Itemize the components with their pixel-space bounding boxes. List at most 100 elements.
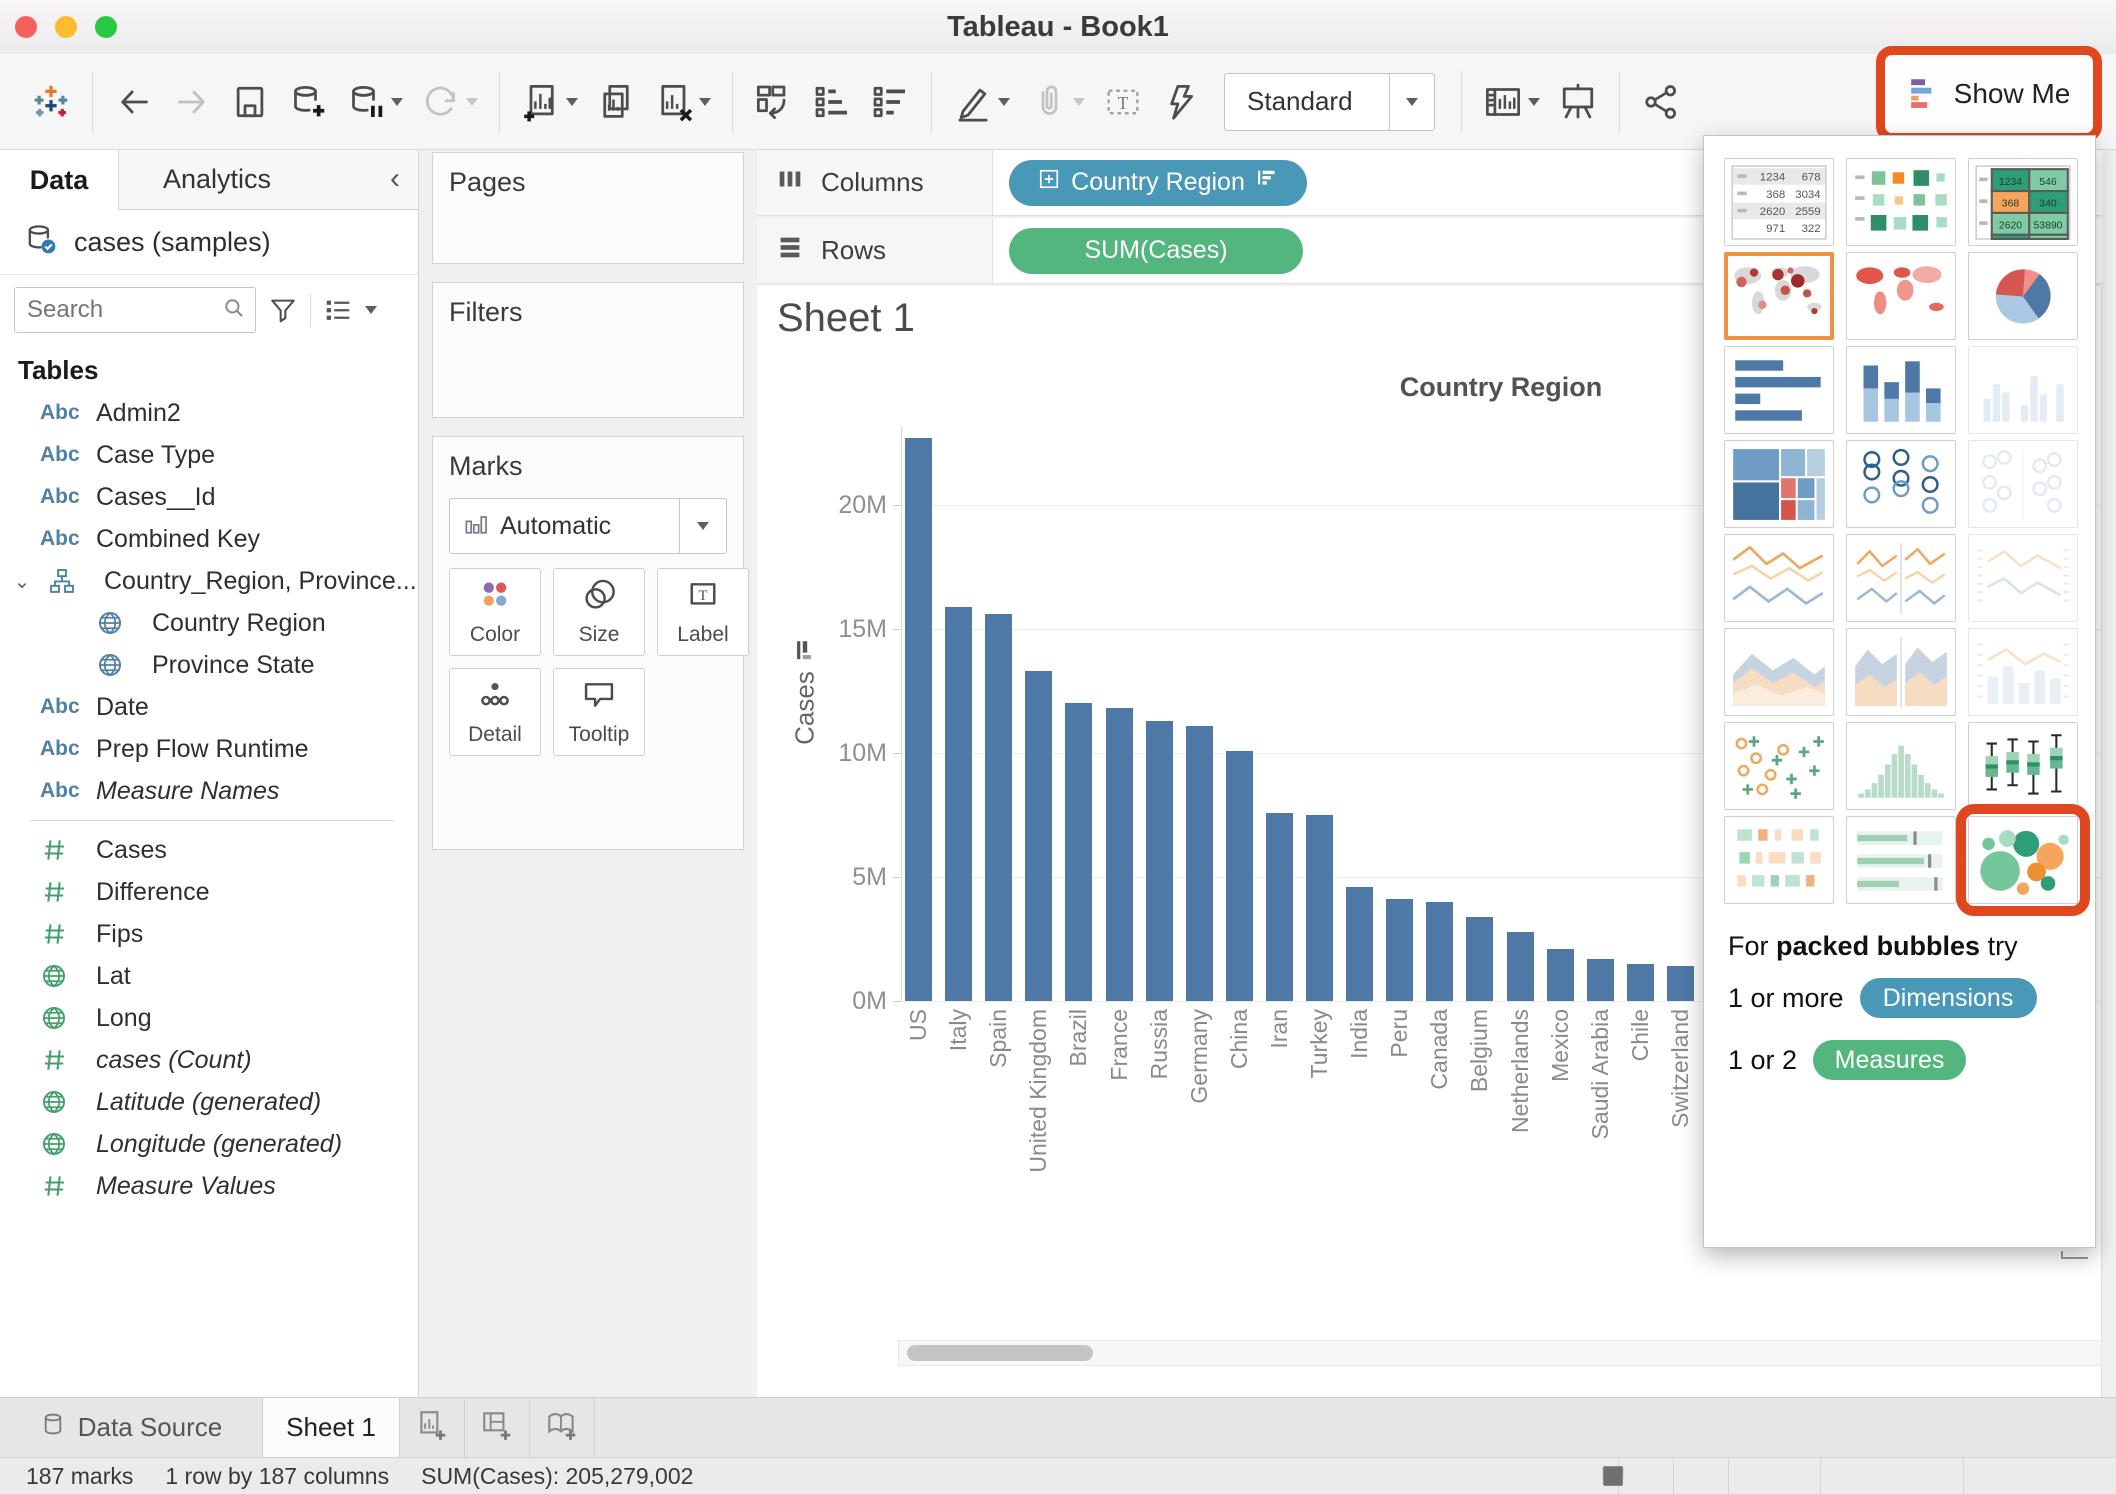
bar-netherlands[interactable]: [1507, 932, 1534, 1001]
new-data-source-button[interactable]: [279, 76, 337, 128]
showme-thumb-area-continuous[interactable]: [1724, 628, 1834, 716]
showme-thumb-area-discrete[interactable]: [1846, 628, 1956, 716]
fit-caret-icon[interactable]: [1389, 74, 1434, 130]
pause-auto-updates-button[interactable]: [337, 76, 412, 128]
show-hide-cards-button[interactable]: [1474, 76, 1549, 128]
bar-saudi-arabia[interactable]: [1587, 959, 1614, 1001]
bar-france[interactable]: [1106, 708, 1133, 1001]
presentation-mode-button[interactable]: [1549, 76, 1607, 128]
size-button[interactable]: Size: [553, 568, 645, 656]
bar-turkey[interactable]: [1306, 815, 1333, 1001]
bar-russia[interactable]: [1146, 721, 1173, 1001]
view-options-caret-icon[interactable]: [365, 306, 377, 314]
search-input[interactable]: [15, 296, 221, 324]
datasource-item[interactable]: cases (samples): [0, 210, 418, 275]
pages-card[interactable]: Pages: [432, 152, 744, 264]
undo-button[interactable]: [105, 76, 163, 128]
showme-thumb-stacked-bars[interactable]: [1846, 346, 1956, 434]
bar-italy[interactable]: [945, 607, 972, 1001]
swap-rows-columns-button[interactable]: [745, 76, 803, 128]
group-members-button[interactable]: [1019, 76, 1094, 128]
showme-thumb-side-by-side-bars[interactable]: [1968, 346, 2078, 434]
new-story-tab-button[interactable]: [530, 1398, 595, 1457]
showme-thumb-gantt[interactable]: [1724, 816, 1834, 904]
field-case-type[interactable]: AbcCase Type: [0, 434, 418, 476]
tab-analytics[interactable]: Analytics ‹: [119, 150, 418, 210]
save-button[interactable]: [221, 76, 279, 128]
bar-belgium[interactable]: [1466, 917, 1493, 1001]
bar-germany[interactable]: [1186, 726, 1213, 1001]
rows-pill-sum-cases[interactable]: SUM(Cases): [1009, 228, 1303, 274]
showme-thumb-dual-lines[interactable]: [1968, 534, 2078, 622]
bar-us[interactable]: [905, 438, 932, 1001]
tab-data[interactable]: Data: [0, 150, 119, 210]
showme-thumb-heat-map[interactable]: [1846, 158, 1956, 246]
highlighter-button[interactable]: [944, 76, 1019, 128]
showme-thumb-side-by-side-circles[interactable]: [1968, 440, 2078, 528]
redo-button[interactable]: [163, 76, 221, 128]
field-country-region[interactable]: Country Region: [0, 602, 418, 644]
field-cases[interactable]: Cases: [0, 829, 418, 871]
showme-thumb-lines-discrete[interactable]: [1846, 534, 1956, 622]
bar-united-kingdom[interactable]: [1025, 671, 1052, 1001]
tooltip-button[interactable]: Tooltip: [553, 668, 645, 756]
color-button[interactable]: Color: [449, 568, 541, 656]
refresh-data-button[interactable]: [412, 76, 487, 128]
field-admin2[interactable]: AbcAdmin2: [0, 392, 418, 434]
showme-thumb-horizontal-bars[interactable]: [1724, 346, 1834, 434]
field-province-state[interactable]: Province State: [0, 644, 418, 686]
showme-thumb-pie-chart[interactable]: [1968, 252, 2078, 340]
scrollbar-thumb[interactable]: [907, 1345, 1093, 1361]
showme-thumb-treemap[interactable]: [1724, 440, 1834, 528]
sheet1-tab[interactable]: Sheet 1: [263, 1398, 400, 1457]
sort-descending-button[interactable]: [861, 76, 919, 128]
field-measure-values[interactable]: Measure Values: [0, 1165, 418, 1207]
field-measure-names[interactable]: AbcMeasure Names: [0, 770, 418, 812]
bar-canada[interactable]: [1426, 902, 1453, 1001]
bar-china[interactable]: [1226, 751, 1253, 1001]
data-source-tab[interactable]: Data Source: [0, 1398, 263, 1457]
bar-switzerland[interactable]: [1667, 966, 1694, 1001]
dropdown-caret-icon[interactable]: [466, 98, 478, 106]
columns-pill-country-region[interactable]: Country Region: [1009, 160, 1307, 206]
new-worksheet-button[interactable]: [512, 76, 587, 128]
showme-thumb-lines-continuous[interactable]: [1724, 534, 1834, 622]
dropdown-caret-icon[interactable]: [391, 98, 403, 106]
dropdown-caret-icon[interactable]: [1073, 98, 1085, 106]
show-mark-labels-button[interactable]: T: [1094, 76, 1152, 128]
collapse-chevron-icon[interactable]: ⌄: [10, 569, 34, 594]
showme-thumb-dual-combination[interactable]: [1968, 628, 2078, 716]
showme-thumb-bullet-graph[interactable]: [1846, 816, 1956, 904]
new-dashboard-tab-button[interactable]: [465, 1398, 530, 1457]
label-button[interactable]: TLabel: [657, 568, 749, 656]
showme-thumb-symbol-map[interactable]: [1724, 252, 1834, 340]
clear-sheet-button[interactable]: [645, 76, 720, 128]
showme-thumb-circle-views[interactable]: [1846, 440, 1956, 528]
field-longitude-generated[interactable]: Longitude (generated): [0, 1123, 418, 1165]
showme-thumb-text-table[interactable]: 1234678368303426202559971322: [1724, 158, 1834, 246]
bar-brazil[interactable]: [1065, 703, 1092, 1001]
bar-mexico[interactable]: [1547, 949, 1574, 1001]
field-lat[interactable]: Lat: [0, 955, 418, 997]
field-cases-count[interactable]: cases (Count): [0, 1039, 418, 1081]
dropdown-caret-icon[interactable]: [699, 98, 711, 106]
field-difference[interactable]: Difference: [0, 871, 418, 913]
bar-india[interactable]: [1346, 887, 1373, 1001]
showme-thumb-packed-bubbles[interactable]: [1968, 816, 2078, 904]
show-me-button[interactable]: Show Me: [1876, 46, 2102, 142]
fix-axes-button[interactable]: [1152, 76, 1210, 128]
bar-spain[interactable]: [985, 614, 1012, 1001]
filters-card[interactable]: Filters: [432, 282, 744, 418]
bar-chile[interactable]: [1627, 964, 1654, 1001]
sort-ascending-button[interactable]: [803, 76, 861, 128]
detail-button[interactable]: Detail: [449, 668, 541, 756]
dropdown-caret-icon[interactable]: [566, 98, 578, 106]
showme-thumb-highlight-table[interactable]: 1234546368340262053890: [1968, 158, 2078, 246]
view-list-icon[interactable]: [323, 295, 353, 325]
horizontal-scrollbar[interactable]: [898, 1340, 2102, 1366]
field-country-region-province[interactable]: ⌄Country_Region, Province...: [0, 560, 418, 602]
dropdown-caret-icon[interactable]: [1528, 98, 1540, 106]
field-prep-flow-runtime[interactable]: AbcPrep Flow Runtime: [0, 728, 418, 770]
new-worksheet-tab-button[interactable]: [400, 1398, 465, 1457]
share-workbook-button[interactable]: [1632, 76, 1690, 128]
